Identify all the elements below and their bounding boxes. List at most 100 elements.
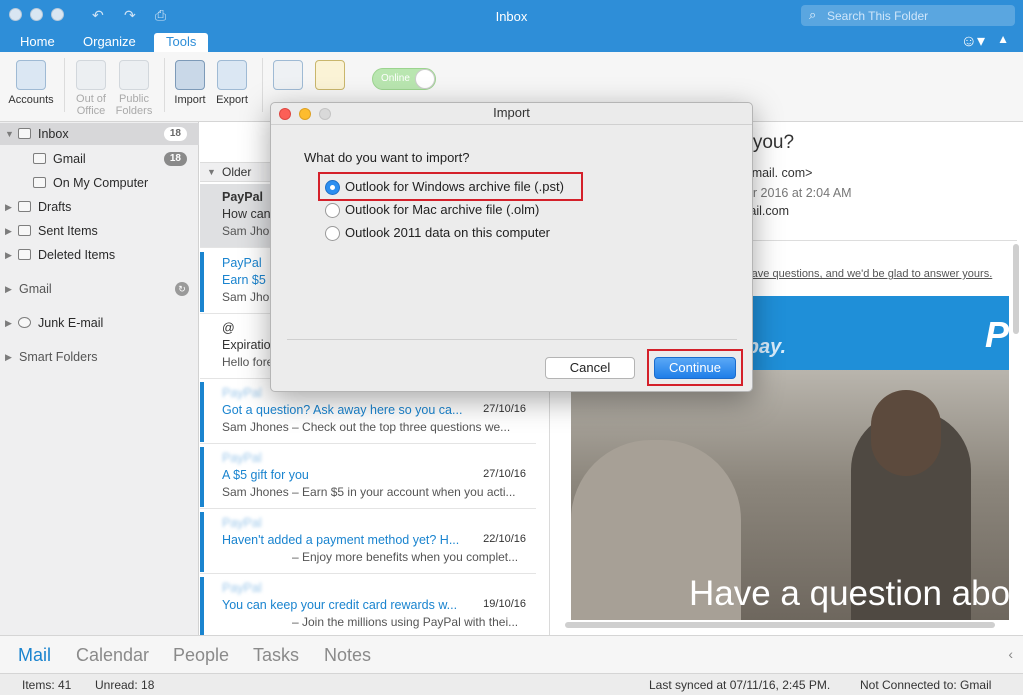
inbox-icon — [33, 177, 46, 188]
message-date: 22/10/16 — [483, 533, 526, 545]
continue-button[interactable]: Continue — [654, 357, 736, 379]
public-folders-label-2: Folders — [115, 105, 153, 117]
inbox-icon — [18, 128, 31, 139]
sync-status-button[interactable] — [302, 56, 358, 94]
dialog-minimize-button[interactable] — [299, 108, 311, 120]
folder-deleted-items[interactable]: ▶ Deleted Items — [0, 244, 199, 266]
smart-folders[interactable]: ▶ Smart Folders — [0, 346, 199, 368]
unread-badge: 18 — [163, 152, 187, 166]
radio-outlook-2011[interactable]: Outlook 2011 data on this computer — [325, 223, 550, 243]
unread-badge: 18 — [163, 127, 187, 141]
account-gmail[interactable]: ▶ Gmail ↻ — [0, 278, 199, 300]
dialog-close-button[interactable] — [279, 108, 291, 120]
message-date: 19/10/16 — [483, 598, 526, 610]
disclosure-closed-icon[interactable]: ▶ — [5, 312, 12, 334]
import-question: What do you want to import? — [304, 150, 470, 165]
ribbon-tab-bar: Home Organize Tools ☺▾ ▲ — [0, 30, 1023, 52]
message-subject: A $5 gift for you — [222, 468, 309, 482]
tab-tools[interactable]: Tools — [154, 33, 209, 52]
message-sender: PayPal — [222, 516, 262, 530]
photo-caption: Have a question abo — [689, 574, 1009, 613]
header-divider — [737, 240, 1017, 241]
drafts-icon — [18, 201, 31, 212]
folder-label: Inbox — [38, 127, 69, 141]
folder-on-my-computer[interactable]: On My Computer — [0, 172, 199, 194]
folder-label: Gmail — [53, 152, 86, 166]
sync-status-icon: ↻ — [175, 282, 189, 296]
unread-indicator — [200, 512, 204, 572]
disclosure-open-icon[interactable]: ▼ — [207, 163, 216, 181]
radio-pst[interactable]: Outlook for Windows archive file (.pst) — [325, 177, 564, 197]
status-last-synced: Last synced at 07/11/16, 2:45 PM. — [649, 678, 831, 692]
unread-indicator — [200, 382, 204, 442]
radio-empty-icon — [325, 203, 340, 218]
disclosure-closed-icon[interactable]: ▶ — [5, 196, 12, 218]
disclosure-closed-icon[interactable]: ▶ — [5, 244, 12, 266]
accounts-button[interactable]: Accounts — [3, 56, 59, 106]
message-link[interactable]: s have questions, and we'd be glad to an… — [737, 268, 992, 280]
tab-home[interactable]: Home — [8, 33, 67, 52]
folder-gmail-inbox[interactable]: Gmail 18 — [0, 148, 199, 170]
message-subject: You can keep your credit card rewards w.… — [222, 598, 458, 612]
message-preview: Hello fore — [222, 355, 274, 369]
folder-sent-items[interactable]: ▶ Sent Items — [0, 220, 199, 242]
search-input[interactable]: ⌕ Search This Folder — [801, 5, 1015, 26]
list-item[interactable]: PayPal You can keep your credit card rew… — [200, 575, 536, 635]
folder-label: Junk E-mail — [38, 316, 104, 330]
junk-icon — [18, 317, 31, 328]
nav-mail[interactable]: Mail — [18, 645, 51, 666]
message-sender: PayPal — [222, 190, 264, 204]
folder-pane: ▼ Inbox 18 Gmail 18 On My Computer ▶ Dra… — [0, 122, 199, 635]
online-toggle[interactable]: Online — [372, 68, 436, 90]
import-dialog: Import What do you want to import? Outlo… — [270, 102, 753, 392]
vertical-scrollbar[interactable] — [1013, 244, 1019, 334]
cancel-button[interactable]: Cancel — [545, 357, 635, 379]
chevron-left-icon[interactable]: ‹ — [1008, 646, 1013, 662]
disclosure-closed-icon[interactable]: ▶ — [5, 220, 12, 242]
disclosure-open-icon[interactable]: ▼ — [5, 123, 14, 145]
warning-icon — [315, 60, 345, 90]
unread-indicator — [200, 252, 204, 312]
module-switcher: Mail Calendar People Tasks Notes ‹ — [0, 635, 1023, 673]
nav-people[interactable]: People — [173, 645, 229, 666]
message-datetime: ber 2016 at 2:04 AM — [739, 186, 852, 200]
export-button[interactable]: Export — [204, 56, 260, 106]
radio-olm[interactable]: Outlook for Mac archive file (.olm) — [325, 200, 539, 220]
dialog-title: Import — [271, 103, 752, 125]
toggle-knob — [415, 69, 435, 89]
sent-icon — [18, 225, 31, 236]
status-bar: Items: 41 Unread: 18 Last synced at 07/1… — [0, 673, 1023, 695]
nav-tasks[interactable]: Tasks — [253, 645, 299, 666]
folder-label: Sent Items — [38, 224, 98, 238]
status-items-count: Items: 41 — [22, 678, 72, 692]
message-preview: Sam Jhones – Check out the top three que… — [222, 420, 511, 434]
folder-inbox[interactable]: ▼ Inbox 18 — [0, 123, 199, 145]
folder-junk-email[interactable]: ▶ Junk E-mail — [0, 312, 199, 334]
tab-organize[interactable]: Organize — [71, 33, 148, 52]
paypal-logo: P — [984, 314, 1009, 355]
folder-drafts[interactable]: ▶ Drafts — [0, 196, 199, 218]
search-placeholder: Search This Folder — [827, 9, 929, 23]
radio-label: Outlook 2011 data on this computer — [345, 225, 550, 240]
list-item[interactable]: PayPal A $5 gift for you 27/10/16 Sam Jh… — [200, 445, 536, 509]
message-subject: Got a question? Ask away here so you ca.… — [222, 403, 463, 417]
folder-label: Deleted Items — [38, 248, 116, 262]
message-sender: PayPal — [222, 256, 262, 270]
horizontal-scrollbar[interactable] — [565, 622, 995, 628]
nav-calendar[interactable]: Calendar — [76, 645, 149, 666]
folder-label: Smart Folders — [19, 350, 98, 364]
collapse-ribbon-icon[interactable]: ▲ — [997, 32, 1009, 46]
photo-person-head — [871, 390, 941, 476]
public-folders-button[interactable]: Public Folders — [106, 56, 162, 117]
disclosure-closed-icon[interactable]: ▶ — [5, 346, 12, 368]
out-of-office-icon — [76, 60, 106, 90]
feedback-smiley-icon[interactable]: ☺▾ — [961, 31, 985, 51]
message-subject: How can — [222, 207, 271, 221]
email-hero-photo: Have a question abo — [571, 370, 1009, 620]
nav-notes[interactable]: Notes — [324, 645, 371, 666]
public-folders-icon — [119, 60, 149, 90]
message-sender: PayPal — [222, 451, 262, 465]
unread-indicator — [200, 577, 204, 635]
disclosure-closed-icon[interactable]: ▶ — [5, 278, 12, 300]
list-item[interactable]: PayPal Haven't added a payment method ye… — [200, 510, 536, 574]
